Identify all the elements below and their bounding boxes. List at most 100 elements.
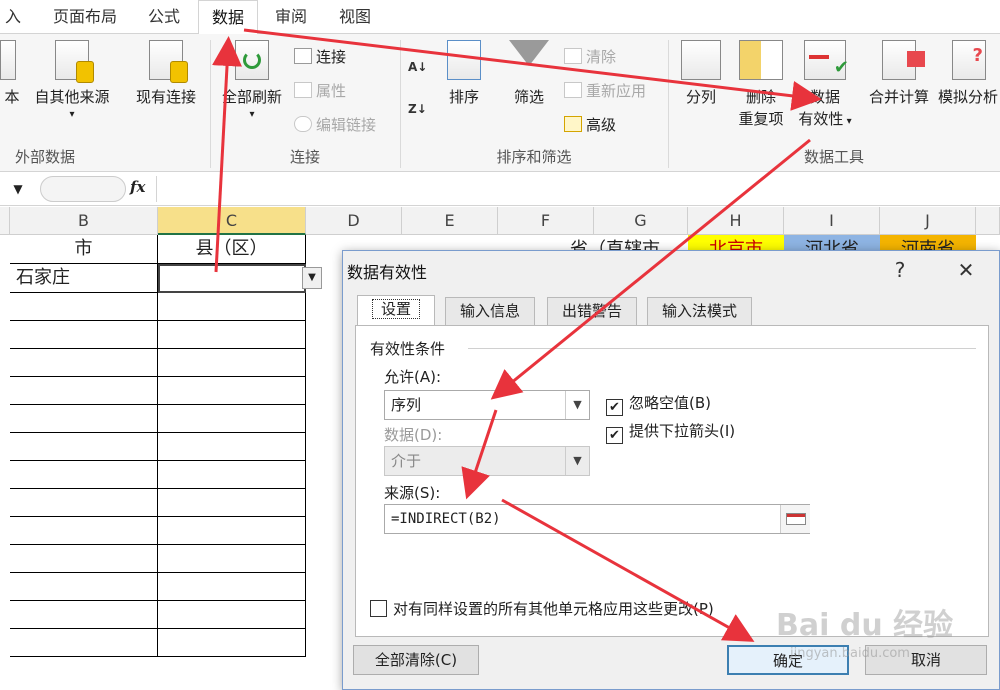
- refresh-all-button[interactable]: 全部刷新 ▾: [214, 40, 290, 122]
- cell-dropdown-arrow-icon[interactable]: ▼: [302, 267, 322, 289]
- cell-b2[interactable]: 石家庄: [10, 264, 158, 293]
- empty-cell[interactable]: [10, 405, 158, 433]
- column-header-j[interactable]: J: [880, 207, 976, 235]
- validation-criteria-heading: 有效性条件: [370, 340, 446, 358]
- tab-data[interactable]: 数据: [198, 0, 258, 35]
- empty-cell[interactable]: [158, 629, 306, 657]
- sort-button[interactable]: 排序: [438, 40, 490, 108]
- consolidate-icon: [882, 40, 925, 80]
- data-select[interactable]: 介于 ▼: [384, 446, 590, 476]
- allow-select[interactable]: 序列 ▼: [384, 390, 590, 420]
- apply-to-all-checkbox[interactable]: 对有同样设置的所有其他单元格应用这些更改(P): [370, 598, 714, 619]
- empty-cell[interactable]: [10, 489, 158, 517]
- empty-cell[interactable]: [158, 377, 306, 405]
- other-sources-button[interactable]: 自其他来源 ▾: [26, 40, 118, 122]
- clear-filter-button[interactable]: 清除: [564, 44, 616, 70]
- empty-cell[interactable]: [158, 517, 306, 545]
- text-to-columns-icon: [681, 40, 721, 80]
- empty-cell[interactable]: [10, 573, 158, 601]
- reapply-button[interactable]: 重新应用: [564, 78, 646, 104]
- tab-view[interactable]: 视图: [326, 0, 384, 34]
- cell-c2-selected[interactable]: [158, 264, 306, 293]
- empty-cell[interactable]: [158, 545, 306, 573]
- empty-cell[interactable]: [10, 517, 158, 545]
- column-header-h[interactable]: H: [688, 207, 784, 235]
- empty-cell[interactable]: [10, 601, 158, 629]
- source-input[interactable]: =INDIRECT(B2): [384, 504, 810, 534]
- empty-cell[interactable]: [158, 489, 306, 517]
- tab-review[interactable]: 审阅: [262, 0, 320, 34]
- sort-dialog-icon: [447, 40, 481, 80]
- text-file-icon: [0, 40, 16, 80]
- help-icon[interactable]: ?: [883, 255, 917, 285]
- sort-az-icon[interactable]: A↓: [408, 54, 427, 80]
- empty-cell[interactable]: [158, 461, 306, 489]
- empty-cell[interactable]: [158, 573, 306, 601]
- clear-all-button[interactable]: 全部清除(C): [353, 645, 479, 675]
- tab-formulas[interactable]: 公式: [136, 0, 192, 34]
- sort-za-icon[interactable]: Z↓: [408, 96, 427, 122]
- column-header-e[interactable]: E: [402, 207, 498, 235]
- formula-input[interactable]: [156, 176, 1000, 202]
- name-box-dropdown-icon[interactable]: ▼: [0, 176, 36, 202]
- column-header-b[interactable]: B: [10, 207, 158, 235]
- existing-connections-button[interactable]: 现有连接: [126, 40, 206, 108]
- empty-cell[interactable]: [10, 321, 158, 349]
- settings-panel: 有效性条件 允许(A): 序列 ▼ 数据(D): 介于 ▼ ✔ 忽略空值(B) ✔…: [355, 325, 989, 637]
- empty-cell[interactable]: [158, 349, 306, 377]
- empty-cell[interactable]: [10, 545, 158, 573]
- empty-cell[interactable]: [158, 601, 306, 629]
- remove-duplicates-button[interactable]: 删除 重复项: [732, 40, 790, 130]
- filter-button[interactable]: 筛选: [500, 40, 558, 108]
- in-cell-dropdown-checkbox[interactable]: ✔ 提供下拉箭头(I): [606, 420, 735, 444]
- range-picker-icon[interactable]: [780, 505, 810, 533]
- consolidate-button[interactable]: 合并计算: [862, 40, 936, 108]
- checkbox-checked-icon: ✔: [606, 427, 623, 444]
- empty-cell[interactable]: [10, 377, 158, 405]
- checkbox-checked-icon: ✔: [606, 399, 623, 416]
- chevron-down-icon: ▾: [249, 109, 255, 120]
- empty-cell[interactable]: [158, 293, 306, 321]
- empty-cell[interactable]: [10, 433, 158, 461]
- column-header-g[interactable]: G: [594, 207, 688, 235]
- empty-cell[interactable]: [158, 321, 306, 349]
- column-header-k[interactable]: [976, 207, 1000, 235]
- empty-cell[interactable]: [10, 293, 158, 321]
- advanced-filter-button[interactable]: 高级: [564, 112, 616, 138]
- allow-label: 允许(A):: [384, 368, 442, 386]
- cell-c1[interactable]: 县（区）: [158, 235, 306, 264]
- empty-cell[interactable]: [10, 461, 158, 489]
- properties-button[interactable]: 属性: [294, 78, 346, 104]
- name-box[interactable]: [40, 176, 126, 202]
- group-label-connections: 连接: [289, 148, 320, 166]
- column-header-a[interactable]: [0, 207, 10, 235]
- tab-error-alert[interactable]: 出错警告: [547, 297, 638, 325]
- tab-insert[interactable]: 入: [0, 0, 26, 34]
- ignore-blank-checkbox[interactable]: ✔ 忽略空值(B): [606, 392, 711, 416]
- chevron-down-icon: ▾: [843, 116, 852, 127]
- from-text-button[interactable]: 本: [0, 40, 24, 108]
- section-divider: [468, 348, 976, 349]
- column-header-c[interactable]: C: [158, 207, 306, 235]
- data-validation-button[interactable]: ✔ 数据 有效性 ▾: [792, 40, 858, 133]
- column-header-f[interactable]: F: [498, 207, 594, 235]
- tab-page-layout[interactable]: 页面布局: [40, 0, 130, 34]
- cell-b1[interactable]: 市: [10, 235, 158, 264]
- dialog-title: 数据有效性: [347, 263, 428, 282]
- empty-cell[interactable]: [10, 349, 158, 377]
- empty-cell[interactable]: [158, 405, 306, 433]
- tab-settings[interactable]: 设置: [357, 295, 436, 325]
- close-icon[interactable]: ✕: [949, 255, 983, 285]
- clear-filter-icon: [564, 48, 582, 64]
- column-header-i[interactable]: I: [784, 207, 880, 235]
- what-if-button[interactable]: ? 模拟分析: [938, 40, 1000, 108]
- tab-ime-mode[interactable]: 输入法模式: [647, 297, 753, 325]
- empty-cell[interactable]: [158, 433, 306, 461]
- column-header-d[interactable]: D: [306, 207, 402, 235]
- empty-cell[interactable]: [10, 629, 158, 657]
- edit-links-button[interactable]: 编辑链接: [294, 112, 376, 138]
- fx-icon[interactable]: fx: [130, 178, 145, 196]
- text-to-columns-button[interactable]: 分列: [676, 40, 726, 108]
- connections-button[interactable]: 连接: [294, 44, 346, 70]
- tab-input-message[interactable]: 输入信息: [445, 297, 536, 325]
